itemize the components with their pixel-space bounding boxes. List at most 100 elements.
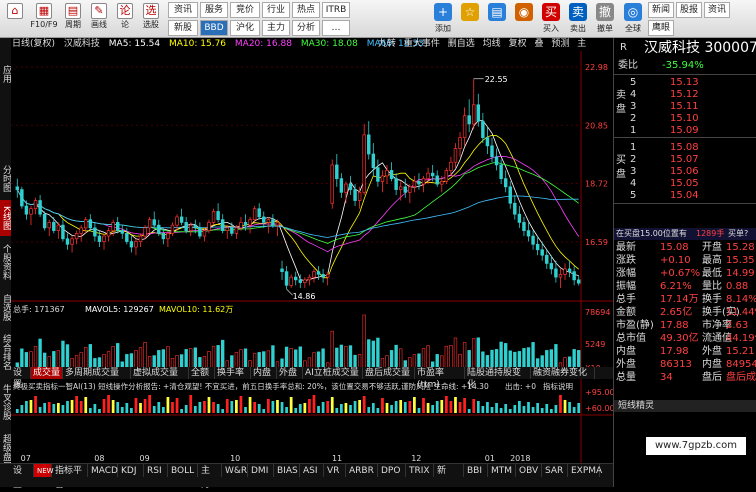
sell-level[interactable]: 3 15.11 — [614, 101, 756, 113]
menu-overlay[interactable]: 叠 — [534, 39, 543, 49]
cell-main[interactable]: 主力 — [262, 20, 290, 36]
indicator-tab-5[interactable]: 换手率 — [215, 367, 251, 379]
cell-industry[interactable]: 行业 — [262, 2, 290, 18]
bottom-tab-17[interactable]: BBI — [464, 464, 488, 478]
bottom-tab-20[interactable]: SAR — [542, 464, 568, 478]
cell-newstock[interactable]: 新股 — [168, 20, 198, 36]
sidetab-kline[interactable]: K线图 — [0, 200, 11, 236]
bottom-tab-9[interactable]: DMI — [248, 464, 274, 478]
period-text[interactable]: 日线(复权) — [12, 39, 55, 49]
cell-more[interactable]: … — [322, 20, 350, 36]
buy-level[interactable]: 4 15.05 — [614, 178, 756, 190]
indicator-tick: +60.00 — [585, 404, 613, 413]
bottom-tab-18[interactable]: MTM — [488, 464, 516, 478]
period-button[interactable]: ▤ 周期 — [60, 1, 86, 37]
bottom-tab-21[interactable]: EXPMA — [568, 464, 602, 478]
cell-hotspot[interactable]: 热点 — [292, 2, 320, 18]
buy-level[interactable]: 5 15.04 — [614, 190, 756, 202]
toolbar-action-6[interactable]: 撤撤单 — [592, 1, 618, 37]
bottom-tab-6[interactable]: BOLL — [168, 464, 198, 478]
bottom-tab-5[interactable]: RSI — [144, 464, 168, 478]
bottom-tab-4[interactable]: KDJ — [118, 464, 144, 478]
bottom-tab-2[interactable]: 指标平台 — [52, 464, 88, 490]
cell-report-right[interactable]: 股报 — [676, 2, 702, 18]
short-line-label[interactable]: 短线精灵 — [614, 400, 756, 412]
candle-body — [380, 175, 385, 182]
cell-news[interactable]: 资讯 — [168, 2, 198, 18]
kline-chart[interactable]: 22.9820.8518.7216.59786945249X10+95.00+6… — [11, 51, 613, 463]
level-price: 15.11 — [670, 101, 699, 112]
draw-line-button[interactable]: ✎ 画线 — [86, 1, 112, 37]
sell-level[interactable]: 5 15.13 — [614, 77, 756, 89]
indicator-tab-9[interactable]: 盘后成交量 — [363, 367, 415, 379]
cell-service[interactable]: 服务 — [200, 2, 228, 18]
sell-level[interactable]: 2 15.10 — [614, 113, 756, 125]
indicator-tab-4[interactable]: 全额 — [189, 367, 215, 379]
bottom-tab-19[interactable]: OBV — [516, 464, 542, 478]
cell-huhua[interactable]: 沪化 — [230, 20, 260, 36]
toolbar-action-0[interactable]: + 添加 — [430, 1, 456, 37]
cell-info-right[interactable]: 资讯 — [704, 2, 730, 18]
indicator-tab-2[interactable]: 多周期成交量 — [63, 367, 131, 379]
bottom-tab-13[interactable]: ARBR — [346, 464, 378, 478]
bottom-tab-10[interactable]: BIAS — [274, 464, 300, 478]
toolbar-action-7[interactable]: ◎ 全球 — [620, 1, 646, 37]
indicator-tab-6[interactable]: 内盘 — [251, 367, 277, 379]
menu-events[interactable]: 重大事件 — [404, 39, 440, 49]
toolbar-action-5[interactable]: 卖卖出 — [565, 1, 591, 37]
cell-news-right[interactable]: 新闻 — [648, 2, 674, 18]
indicator-tab-0[interactable]: 设置 — [11, 367, 31, 390]
bottom-tab-16[interactable]: 新DMA — [434, 464, 464, 490]
buy-level[interactable]: 1 15.08 — [614, 142, 756, 154]
bottom-tab-12[interactable]: VR — [324, 464, 346, 478]
toolbar-action-3[interactable]: ◉ — [511, 1, 537, 37]
bottom-tab-15[interactable]: TRIX — [406, 464, 434, 478]
sidetab-timeshare[interactable]: 分时图 — [0, 158, 11, 198]
stock-select-button[interactable]: 选选股 — [138, 1, 164, 37]
home-button[interactable]: ⌂ — [2, 1, 28, 37]
cell-itrb[interactable]: ITRB — [322, 2, 350, 18]
sidetab-diagnosis[interactable]: 牛叉诊股 — [0, 378, 11, 426]
bottom-tab-1[interactable]: NEW — [34, 464, 54, 478]
bottom-tab-0[interactable]: 设置 — [10, 464, 34, 490]
indicator-tab-1[interactable]: 成交量 — [31, 367, 63, 379]
toolbar-action-4[interactable]: 买买入 — [538, 1, 564, 37]
bottom-tab-11[interactable]: ASI — [300, 464, 324, 478]
sidetab-apps[interactable]: 应用 — [0, 60, 11, 88]
menu-adjust[interactable]: 复权 — [509, 39, 527, 49]
bottom-tab-8[interactable]: W&R — [222, 464, 248, 478]
menu-ma[interactable]: 均线 — [483, 39, 501, 49]
bottom-tab-14[interactable]: DPO — [378, 464, 406, 478]
indicator-tab-3[interactable]: 虚拟成交量 — [131, 367, 189, 379]
sidetab-profile[interactable]: 个股资料 — [0, 238, 11, 286]
menu-jiuzhuan[interactable]: 九转 — [378, 39, 396, 49]
candle-body — [385, 170, 389, 177]
indicator-bar — [531, 407, 535, 413]
discuss-button[interactable]: 论论 — [112, 1, 138, 37]
toolbar-action-1[interactable]: ☆ — [457, 1, 483, 37]
menu-remove-watch[interactable]: 删自选 — [448, 39, 475, 49]
bottom-tab-3[interactable]: MACD — [88, 464, 118, 478]
bottom-indicator-tabs: 设置NEW指标平台MACDKDJRSIBOLL主力W&RDMIBIASASIVR… — [0, 463, 613, 490]
indicator-tab-8[interactable]: AI立桩成交量 — [303, 367, 363, 379]
indicator-tab-10[interactable]: 市盈率(ttm) — [415, 367, 465, 390]
menu-main[interactable]: 主 — [577, 39, 586, 49]
cell-eagle-right[interactable]: 鹰眼 — [648, 20, 674, 36]
sell-level[interactable]: 4 15.12 — [614, 89, 756, 101]
sell-level[interactable]: 1 15.09 — [614, 125, 756, 137]
buy-level[interactable]: 3 15.06 — [614, 166, 756, 178]
toolbar-action-2[interactable]: ▤ — [484, 1, 510, 37]
f10-button[interactable]: ▦ F10/F9 — [30, 1, 58, 37]
indicator-tab-7[interactable]: 外盘 — [277, 367, 303, 379]
cell-bbd[interactable]: BBD — [200, 20, 228, 36]
menu-forecast[interactable]: 预测 — [551, 39, 569, 49]
buy-level[interactable]: 2 15.07 — [614, 154, 756, 166]
indicator-tab-12[interactable]: 融资融券变化 — [531, 367, 595, 379]
indicator-bar — [495, 403, 498, 413]
indicator-tab-11[interactable]: 陆股通持股变化 — [465, 367, 531, 390]
cell-auction[interactable]: 竞价 — [230, 2, 260, 18]
cell-analysis[interactable]: 分析 — [292, 20, 320, 36]
sidetab-ranking[interactable]: 综合排名 — [0, 328, 11, 376]
bottom-tab-7[interactable]: 主力 — [198, 464, 222, 490]
sidetab-watchlist[interactable]: 自选股 — [0, 288, 11, 326]
